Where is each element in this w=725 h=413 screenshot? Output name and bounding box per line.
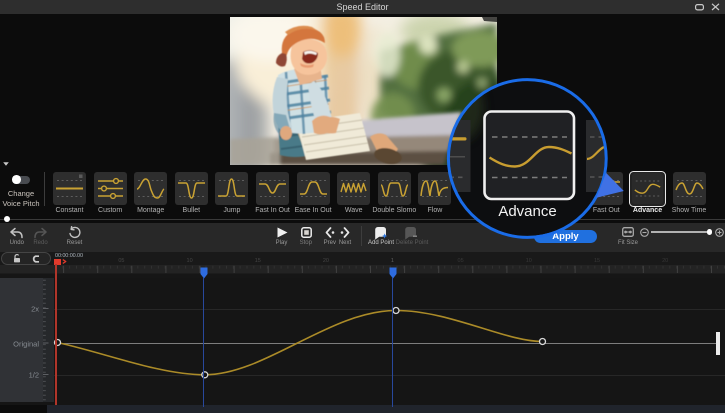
svg-text:Advance: Advance xyxy=(498,203,556,220)
